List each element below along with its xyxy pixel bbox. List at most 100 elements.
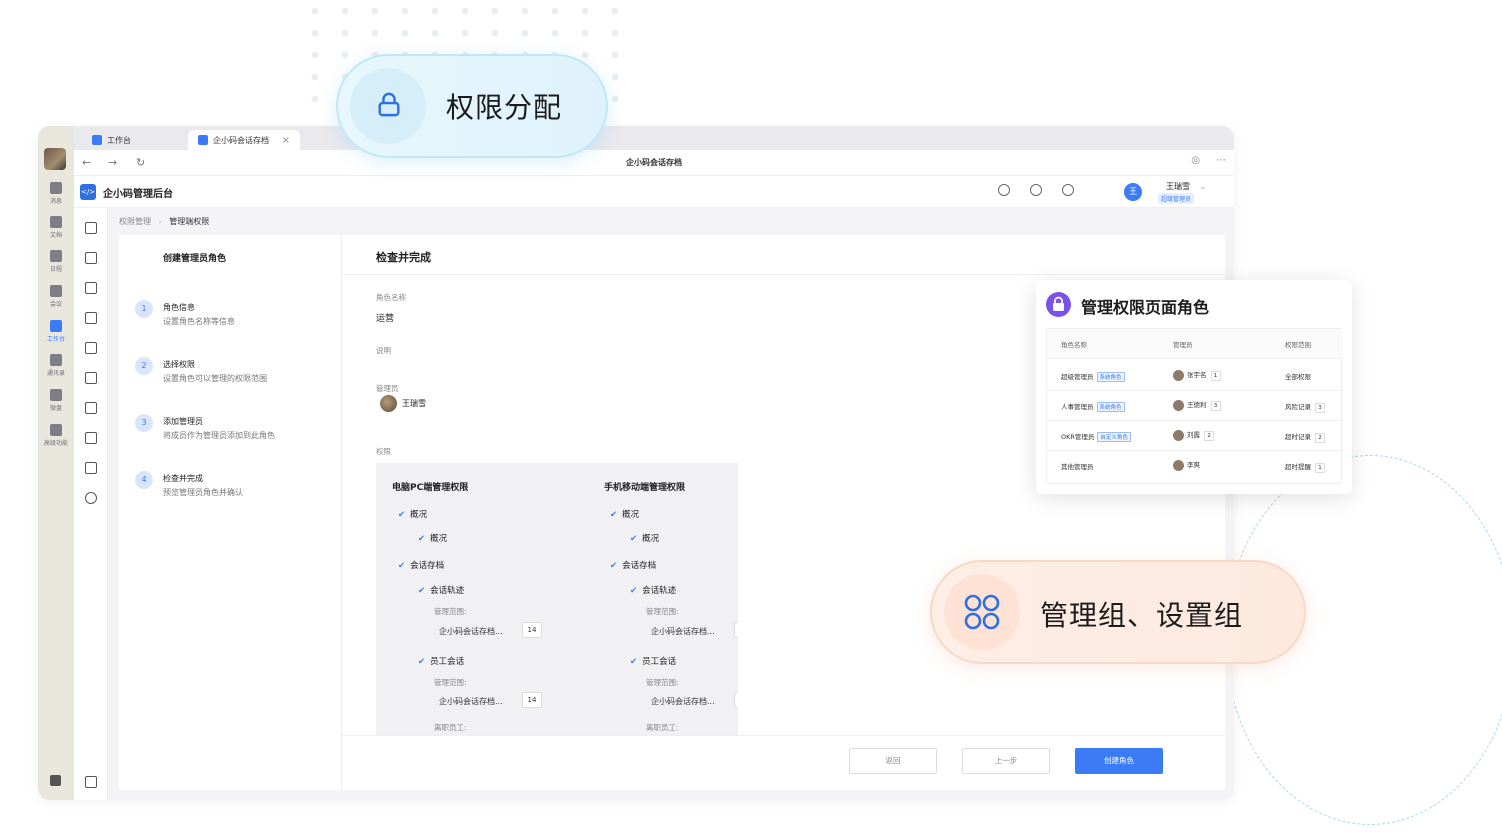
shield-icon[interactable]: [85, 312, 97, 324]
rail-label: 高级功能: [43, 440, 68, 447]
rail-item-calendar[interactable]: 日程: [38, 250, 74, 273]
user-alert-icon[interactable]: [85, 342, 97, 354]
table-row[interactable]: OKR管理员 自定义角色 刘霞 2 超时记录 2: [1047, 421, 1343, 451]
check-icon: ✔: [610, 510, 618, 520]
user-avatar[interactable]: 王: [1124, 183, 1142, 201]
perm-item: ✔ 概况: [418, 532, 447, 544]
side-menu: [74, 208, 108, 800]
report-icon[interactable]: [85, 372, 97, 384]
perm-item: ✔ 会话轨迹: [418, 584, 464, 596]
drive-icon: [50, 389, 62, 401]
permissions-box: 电脑PC端管理权限 ✔ 概况 ✔ 概况 ✔ 会话存档 ✔ 会话轨迹 管理范围: 企小码会…: [376, 463, 738, 743]
column-header: 权限范围: [1285, 341, 1311, 349]
perm-item: ✔ 员工会话: [418, 655, 464, 667]
check-icon: ✔: [630, 534, 638, 544]
scope-cell: 风险记录 3: [1285, 401, 1325, 413]
roles-popup: 管理权限页面角色 角色名称 管理员 权限范围 超级管理员 系统角色 张宇名 1 全部…: [1036, 280, 1352, 494]
folder-icon[interactable]: [85, 252, 97, 264]
role-cell: 超级管理员 系统角色: [1061, 371, 1125, 382]
scope-count[interactable]: 14: [522, 692, 542, 708]
scope-count[interactable]: 14: [522, 622, 542, 638]
chart-icon[interactable]: [85, 402, 97, 414]
perm-label: 会话轨迹: [430, 586, 465, 596]
scope-count[interactable]: 14: [734, 692, 738, 708]
perm-label: 会话存档: [622, 561, 657, 571]
perm-label: 概况: [642, 534, 660, 544]
tab-workbench[interactable]: 工作台: [82, 130, 141, 150]
lock-icon: [378, 92, 400, 117]
message-icon: [50, 182, 62, 194]
advanced-icon: [50, 424, 62, 436]
perm-item: ✔ 概况: [630, 532, 659, 544]
back-button[interactable]: 返回: [849, 748, 937, 774]
book-icon[interactable]: [85, 282, 97, 294]
column-header: 管理员: [1173, 341, 1193, 349]
user-avatar-thumb[interactable]: [44, 148, 66, 170]
check-icon: ✔: [398, 561, 406, 571]
target-icon[interactable]: ◎: [1191, 155, 1200, 166]
rail-label: 微盘: [49, 405, 62, 412]
tab-archive[interactable]: 企小码会话存档 ×: [188, 130, 300, 150]
divider: [342, 274, 1225, 275]
admin-name: 王瑞雪: [402, 399, 426, 408]
perm-item: ✔ 会话轨迹: [630, 584, 676, 596]
resigned-label: 离职员工:: [646, 723, 679, 732]
admin-count: 2: [1204, 431, 1214, 441]
table-row[interactable]: 超级管理员 系统角色 张宇名 1 全部权限: [1047, 361, 1343, 391]
address-actions: ◎ ⋯: [1191, 155, 1226, 166]
perm-label: 概况: [622, 510, 640, 520]
rail-item-messages[interactable]: 消息: [38, 182, 74, 205]
more-icon[interactable]: ⋯: [1216, 155, 1226, 166]
check-icon: ✔: [610, 561, 618, 571]
perm-item: ✔ 会话存档: [398, 559, 444, 571]
settings-icon[interactable]: [50, 775, 61, 786]
role-name-value: 运营: [376, 314, 395, 324]
scope-name: 超时提醒: [1285, 463, 1311, 471]
step-title: 检查并完成: [163, 474, 203, 483]
breadcrumb-parent[interactable]: 权限管理: [119, 217, 151, 226]
scope-name: 风险记录: [1285, 403, 1311, 411]
scope-count: 2: [1315, 433, 1325, 443]
cloud-download-icon[interactable]: [1030, 184, 1042, 196]
page-address-title: 企小码会话存档: [626, 158, 682, 167]
table-header: 角色名称 管理员 权限范围: [1047, 329, 1343, 359]
org-icon[interactable]: [85, 432, 97, 444]
gear-icon[interactable]: [85, 492, 97, 504]
workbench-icon: [50, 320, 62, 332]
table-row[interactable]: 其他管理员 李爽 超时提醒 1: [1047, 451, 1343, 481]
create-role-button[interactable]: 创建角色: [1075, 748, 1163, 774]
column-header: 角色名称: [1061, 341, 1087, 349]
check-icon: ✔: [630, 657, 638, 667]
rail-item-meeting[interactable]: 会议: [38, 285, 74, 308]
admin-cell: 王德利 3: [1173, 399, 1221, 411]
rail-item-docs[interactable]: 文档: [38, 216, 74, 239]
app-icon: [198, 135, 208, 145]
pill-icon-circle: [944, 574, 1020, 650]
rail-item-workbench[interactable]: 工作台: [38, 320, 74, 343]
role-cell: 其他管理员: [1061, 463, 1094, 471]
breadcrumb: 权限管理 › 管理端权限: [119, 216, 209, 227]
scope-label: 管理范围:: [646, 678, 679, 687]
help-icon[interactable]: [998, 184, 1010, 196]
rail-item-advanced[interactable]: 高级功能: [38, 424, 74, 447]
role-name: OKR管理员: [1061, 433, 1095, 441]
admin-count: 3: [1210, 401, 1221, 411]
bank-icon[interactable]: [85, 222, 97, 234]
scope-count: 3: [1315, 403, 1325, 413]
step-title: 角色信息: [163, 303, 195, 312]
step-title: 选择权限: [163, 360, 195, 369]
close-icon[interactable]: ×: [282, 135, 290, 146]
rail-item-drive[interactable]: 微盘: [38, 389, 74, 412]
step-desc: 将成员作为管理员添加到此角色: [163, 431, 275, 440]
step-number: 2: [135, 357, 153, 375]
scope-count[interactable]: 14: [734, 622, 738, 638]
menu-collapse-icon[interactable]: [85, 776, 97, 788]
chevron-up-icon[interactable]: ⌃: [1200, 186, 1206, 194]
file-settings-icon[interactable]: [85, 462, 97, 474]
rail-item-contacts[interactable]: 通讯录: [38, 354, 74, 377]
sync-icon[interactable]: [1062, 184, 1074, 196]
previous-step-button[interactable]: 上一步: [962, 748, 1050, 774]
table-row[interactable]: 人事管理员 系统角色 王德利 3 风险记录 3: [1047, 391, 1343, 421]
perm-label: 员工会话: [430, 657, 465, 667]
perm-label: 会话轨迹: [642, 586, 677, 596]
